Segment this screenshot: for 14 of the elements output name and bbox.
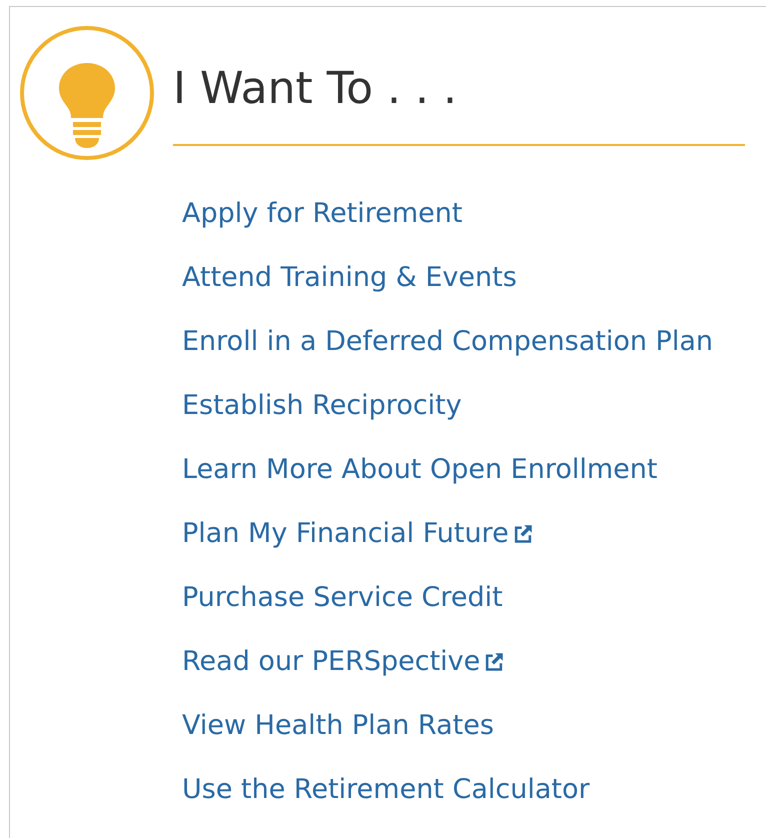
link[interactable]: Read our PERSpective — [182, 646, 504, 677]
link[interactable]: Learn More About Open Enrollment — [182, 454, 658, 485]
section-title: I Want To . . . — [173, 63, 458, 115]
lightbulb-icon — [19, 25, 155, 161]
external-link-icon — [512, 524, 533, 544]
link[interactable]: Apply for Retirement — [182, 198, 462, 229]
link[interactable]: Enroll in a Deferred Compensation Plan — [182, 326, 713, 357]
link[interactable]: Attend Training & Events — [182, 262, 517, 293]
external-link-icon — [484, 652, 504, 672]
link[interactable]: Plan My Financial Future — [182, 518, 533, 549]
link[interactable]: Establish Reciprocity — [182, 390, 462, 421]
link[interactable]: View Health Plan Rates — [182, 710, 494, 741]
link[interactable]: Purchase Service Credit — [182, 582, 503, 613]
link[interactable]: Use the Retirement Calculator — [182, 774, 590, 805]
